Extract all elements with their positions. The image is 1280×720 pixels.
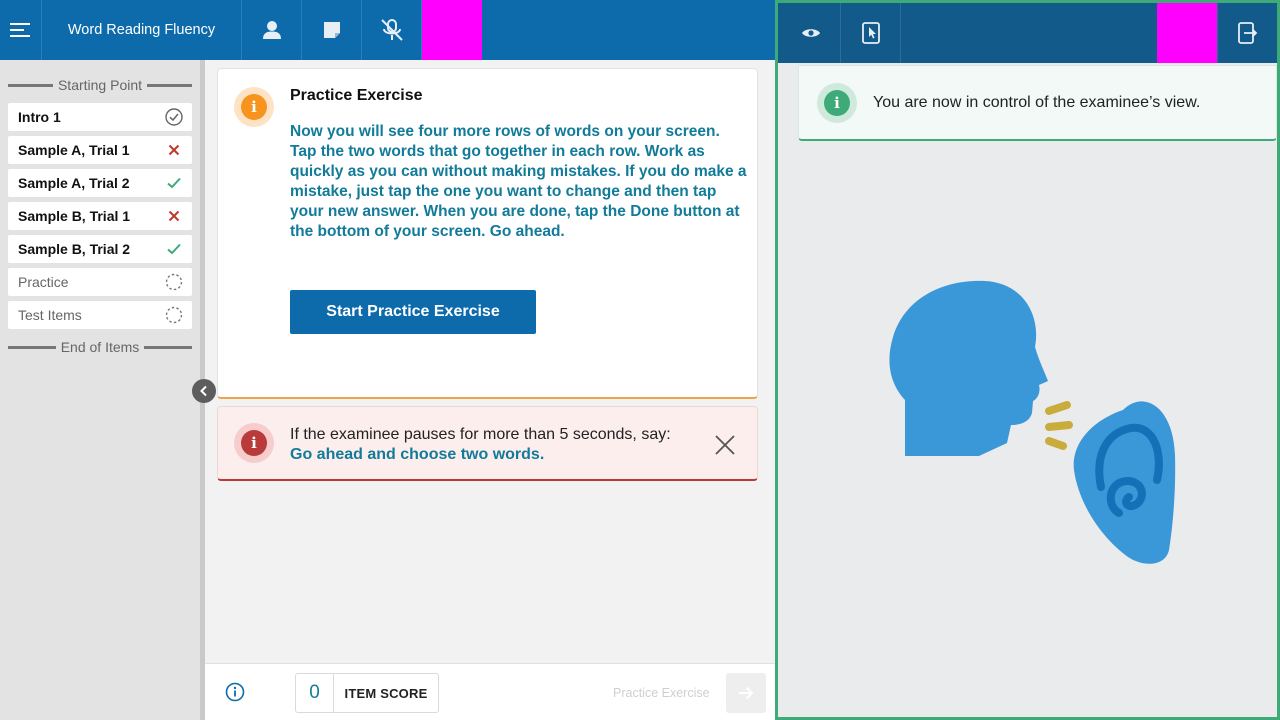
exercise-title: Practice Exercise bbox=[290, 87, 423, 104]
sidebar-item-label: Sample A, Trial 1 bbox=[18, 142, 130, 158]
pause-prompt-alert: i If the examinee pauses for more than 5… bbox=[217, 406, 758, 481]
alert-message: If the examinee pauses for more than 5 s… bbox=[290, 425, 710, 465]
check-mark-icon bbox=[167, 243, 181, 255]
touch-control-button[interactable] bbox=[841, 3, 901, 63]
arrow-right-icon bbox=[739, 686, 754, 700]
note-icon bbox=[323, 22, 340, 38]
practice-exercise-card: i Practice Exercise Now you will see fou… bbox=[217, 68, 758, 399]
item-score-value: 0 bbox=[296, 674, 334, 712]
item-sidebar: Starting Point Intro 1 Sample A, Trial 1… bbox=[0, 60, 200, 720]
exercise-instructions: Now you will see four more rows of words… bbox=[290, 123, 747, 240]
control-info-badge: i bbox=[817, 83, 857, 123]
sidebar-item-label: Sample B, Trial 1 bbox=[18, 208, 131, 224]
sound-waves-icon bbox=[1045, 401, 1073, 450]
sidebar-item-label: Sample B, Trial 2 bbox=[18, 241, 131, 257]
alert-badge: i bbox=[234, 423, 274, 463]
examinee-toolbar bbox=[778, 3, 1277, 63]
check-mark-icon bbox=[167, 177, 181, 189]
starting-point-divider: Starting Point bbox=[8, 75, 192, 95]
info-outline-icon[interactable] bbox=[224, 681, 246, 703]
speak-listen-illustration bbox=[889, 280, 1176, 564]
check-circle-icon bbox=[165, 108, 183, 126]
sidebar-item-sample-b-trial-1[interactable]: Sample B, Trial 1 bbox=[8, 202, 192, 230]
sidebar-item-label: Practice bbox=[18, 274, 69, 290]
sidebar-item-intro-1[interactable]: Intro 1 bbox=[8, 103, 192, 131]
top-toolbar: Word Reading Fluency bbox=[0, 0, 775, 60]
notes-button[interactable] bbox=[302, 0, 362, 60]
redacted-toolbar-block bbox=[1157, 3, 1217, 63]
item-score-box[interactable]: 0 ITEM SCORE bbox=[295, 673, 439, 713]
hamburger-menu-icon bbox=[9, 23, 30, 37]
next-item-label: Practice Exercise bbox=[613, 686, 710, 700]
start-practice-exercise-button[interactable]: Start Practice Exercise bbox=[290, 290, 536, 334]
collapse-sidebar-button[interactable] bbox=[192, 379, 216, 403]
control-info-icon: i bbox=[824, 90, 850, 116]
speaking-head-shape bbox=[889, 280, 1048, 456]
sidebar-item-test-items[interactable]: Test Items bbox=[8, 301, 192, 329]
examinee-view-pane: i You are now in control of the examinee… bbox=[775, 0, 1280, 720]
sidebar-item-sample-a-trial-2[interactable]: Sample A, Trial 2 bbox=[8, 169, 192, 197]
menu-button[interactable] bbox=[0, 0, 42, 60]
ear-shape bbox=[1073, 401, 1176, 564]
chevron-left-icon bbox=[200, 385, 207, 397]
view-toggle-button[interactable] bbox=[781, 3, 841, 63]
tablet-touch-icon bbox=[861, 22, 880, 44]
sidebar-item-sample-a-trial-1[interactable]: Sample A, Trial 1 bbox=[8, 136, 192, 164]
examiner-pane: Word Reading Fluency Starting Point Intr… bbox=[0, 0, 775, 720]
footer-bar: 0 ITEM SCORE Practice Exercise bbox=[205, 663, 775, 720]
x-mark-icon bbox=[168, 210, 180, 222]
sidebar-item-practice[interactable]: Practice bbox=[8, 268, 192, 296]
sidebar-item-label: Sample A, Trial 2 bbox=[18, 175, 130, 191]
item-score-label: ITEM SCORE bbox=[344, 685, 428, 701]
alert-info-icon: i bbox=[241, 430, 267, 456]
redacted-toolbar-block bbox=[422, 0, 482, 60]
sidebar-item-label: Test Items bbox=[18, 307, 82, 323]
alert-instruction-text: If the examinee pauses for more than 5 s… bbox=[290, 426, 671, 443]
exit-tablet-icon bbox=[1237, 22, 1257, 44]
x-mark-icon bbox=[168, 144, 180, 156]
control-notice-card: i You are now in control of the examinee… bbox=[798, 65, 1277, 141]
eye-icon bbox=[801, 29, 820, 37]
microphone-off-icon bbox=[380, 19, 403, 41]
exit-examinee-view-button[interactable] bbox=[1217, 3, 1277, 63]
close-icon[interactable] bbox=[714, 434, 736, 456]
examinee-info-button[interactable] bbox=[242, 0, 302, 60]
control-message: You are now in control of the examinee’s… bbox=[873, 94, 1201, 111]
pending-circle-icon bbox=[165, 273, 183, 291]
next-item-button[interactable] bbox=[726, 673, 766, 713]
end-of-items-divider: End of Items bbox=[8, 337, 192, 357]
microphone-toggle-button[interactable] bbox=[362, 0, 422, 60]
alert-prompt-text: Go ahead and choose two words. bbox=[290, 446, 545, 463]
sidebar-item-sample-b-trial-2[interactable]: Sample B, Trial 2 bbox=[8, 235, 192, 263]
sidebar-item-label: Intro 1 bbox=[18, 109, 61, 125]
info-badge: i bbox=[234, 87, 274, 127]
app-title: Word Reading Fluency bbox=[42, 0, 242, 60]
person-icon bbox=[262, 21, 281, 39]
pending-circle-icon bbox=[165, 306, 183, 324]
info-icon: i bbox=[241, 94, 267, 120]
